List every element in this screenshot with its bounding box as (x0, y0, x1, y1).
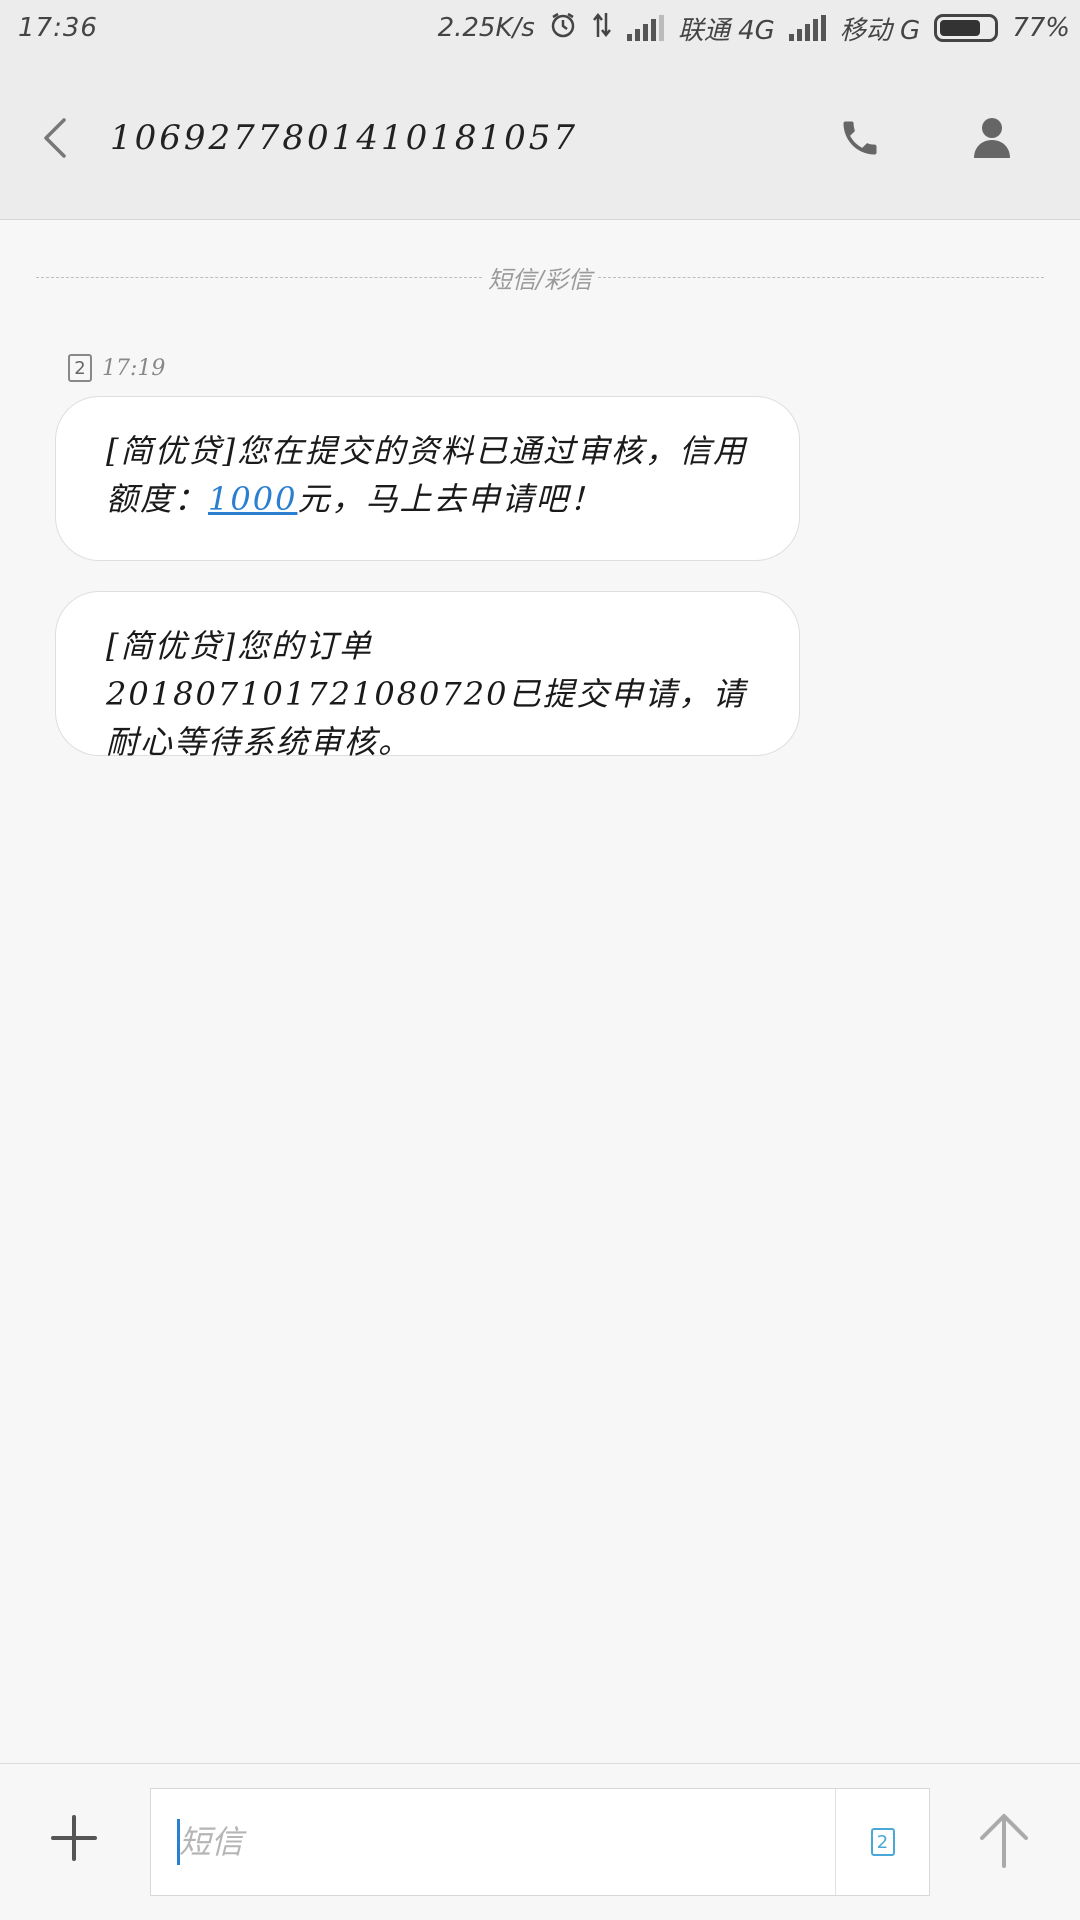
message-meta: 2 17:19 (68, 354, 165, 382)
channel-label: 短信/彩信 (487, 265, 593, 294)
text-cursor (177, 1819, 180, 1865)
divider-line (598, 276, 1044, 278)
data-transfer-icon (591, 11, 613, 46)
send-button[interactable] (968, 1800, 1040, 1880)
message-text: [简优贷]您的订单201807101721080720已提交申请，请耐心等待系统… (106, 627, 747, 761)
person-icon (974, 118, 1010, 158)
message-bubble[interactable]: [简优贷]您的订单201807101721080720已提交申请，请耐心等待系统… (55, 591, 800, 761)
carrier-2-label: 移动 G (839, 15, 921, 46)
attach-button[interactable] (40, 1804, 108, 1872)
sim-card-icon: 2 (870, 1828, 895, 1856)
amount-link[interactable]: 1000 (208, 480, 297, 518)
message-time: 17:19 (102, 355, 166, 381)
channel-divider: 短信/彩信 (36, 262, 1044, 294)
divider-line (36, 276, 482, 278)
send-arrow-icon (980, 1814, 1028, 1868)
signal-icon (788, 15, 826, 41)
conversation-header: 1069277801410181057 (0, 56, 1080, 220)
call-button[interactable] (820, 106, 900, 170)
message-input[interactable] (151, 1789, 835, 1895)
compose-box: 2 (150, 1788, 930, 1896)
battery-percent: 77% (1012, 13, 1070, 43)
message-bubble[interactable]: [简优贷]您在提交的资料已通过审核，信用额度：1000元，马上去申请吧！ (55, 396, 800, 561)
contact-number: 1069277801410181057 (110, 117, 579, 158)
alarm-icon (549, 11, 577, 46)
plus-icon (51, 1815, 97, 1861)
sim-card-icon: 2 (68, 354, 92, 382)
status-time: 17:36 (18, 13, 98, 43)
battery-fill (940, 20, 981, 36)
back-button[interactable] (0, 56, 110, 219)
sms-conversation-screen: 17:36 2.25K/s 联通 4G 移动 G 77% 10692778014… (0, 0, 1080, 1920)
battery-icon (934, 14, 999, 42)
phone-icon (843, 121, 877, 155)
message-text: 元，马上去申请吧！ (297, 480, 604, 518)
status-indicators: 2.25K/s 联通 4G 移动 G 77% (438, 10, 1070, 47)
sim-select-button[interactable]: 2 (835, 1789, 929, 1895)
signal-icon (626, 15, 664, 41)
composer-bar: 2 (0, 1763, 1080, 1920)
back-arrow-icon (44, 117, 66, 158)
contact-profile-button[interactable] (952, 106, 1032, 170)
carrier-1-label: 联通 4G (677, 15, 775, 46)
network-speed: 2.25K/s (437, 13, 535, 43)
status-bar: 17:36 2.25K/s 联通 4G 移动 G 77% (0, 0, 1080, 56)
